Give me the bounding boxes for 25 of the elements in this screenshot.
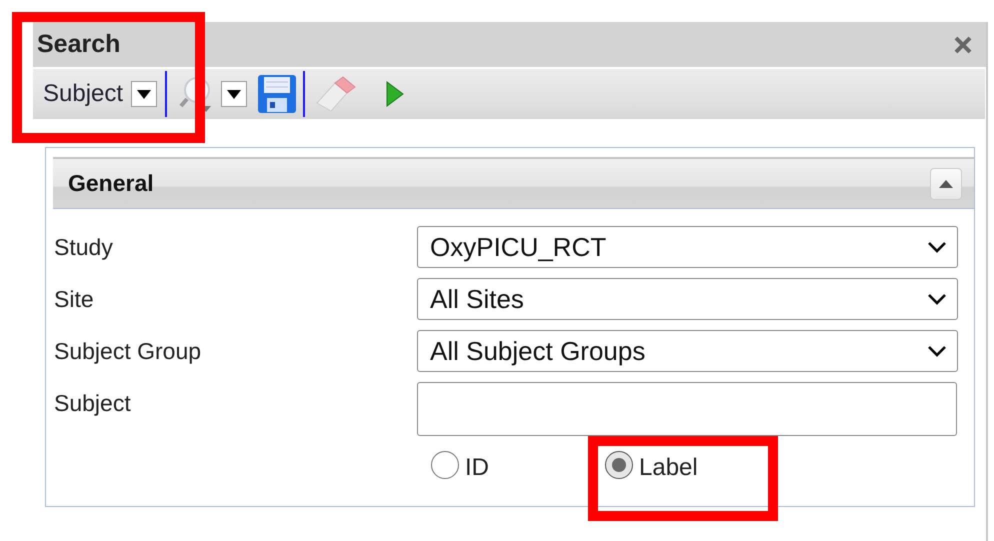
radio-label: ID	[465, 453, 489, 482]
radio-button[interactable]	[605, 451, 633, 479]
field-label: Site	[54, 285, 95, 313]
section-title: General	[68, 170, 154, 197]
dropdown-field[interactable]: All Subject Groups	[417, 330, 958, 372]
input-field[interactable]	[417, 382, 957, 436]
close-icon[interactable]	[954, 36, 972, 54]
radio-button[interactable]	[431, 451, 459, 479]
dropdown-field[interactable]: OxyPICU_RCT	[417, 226, 958, 268]
field-label: Subject Group	[54, 337, 202, 365]
dropdown-icon[interactable]	[131, 81, 158, 107]
entity-label: Subject	[43, 80, 124, 108]
chevron-icon	[927, 241, 947, 253]
chevron-icon	[927, 293, 947, 305]
dropdown-icon[interactable]	[221, 81, 248, 107]
dropdown-field[interactable]: All Sites	[417, 278, 958, 320]
collapse-button[interactable]	[930, 168, 962, 200]
panel-title: Search	[37, 30, 120, 59]
up-arrow-icon	[938, 178, 954, 188]
save-icon[interactable]	[257, 74, 298, 114]
radio-label: Label	[639, 453, 698, 482]
chevron-icon	[927, 345, 947, 357]
field-label: Study	[54, 233, 114, 261]
play-icon[interactable]	[385, 80, 406, 108]
field-label: Subject	[54, 389, 132, 417]
